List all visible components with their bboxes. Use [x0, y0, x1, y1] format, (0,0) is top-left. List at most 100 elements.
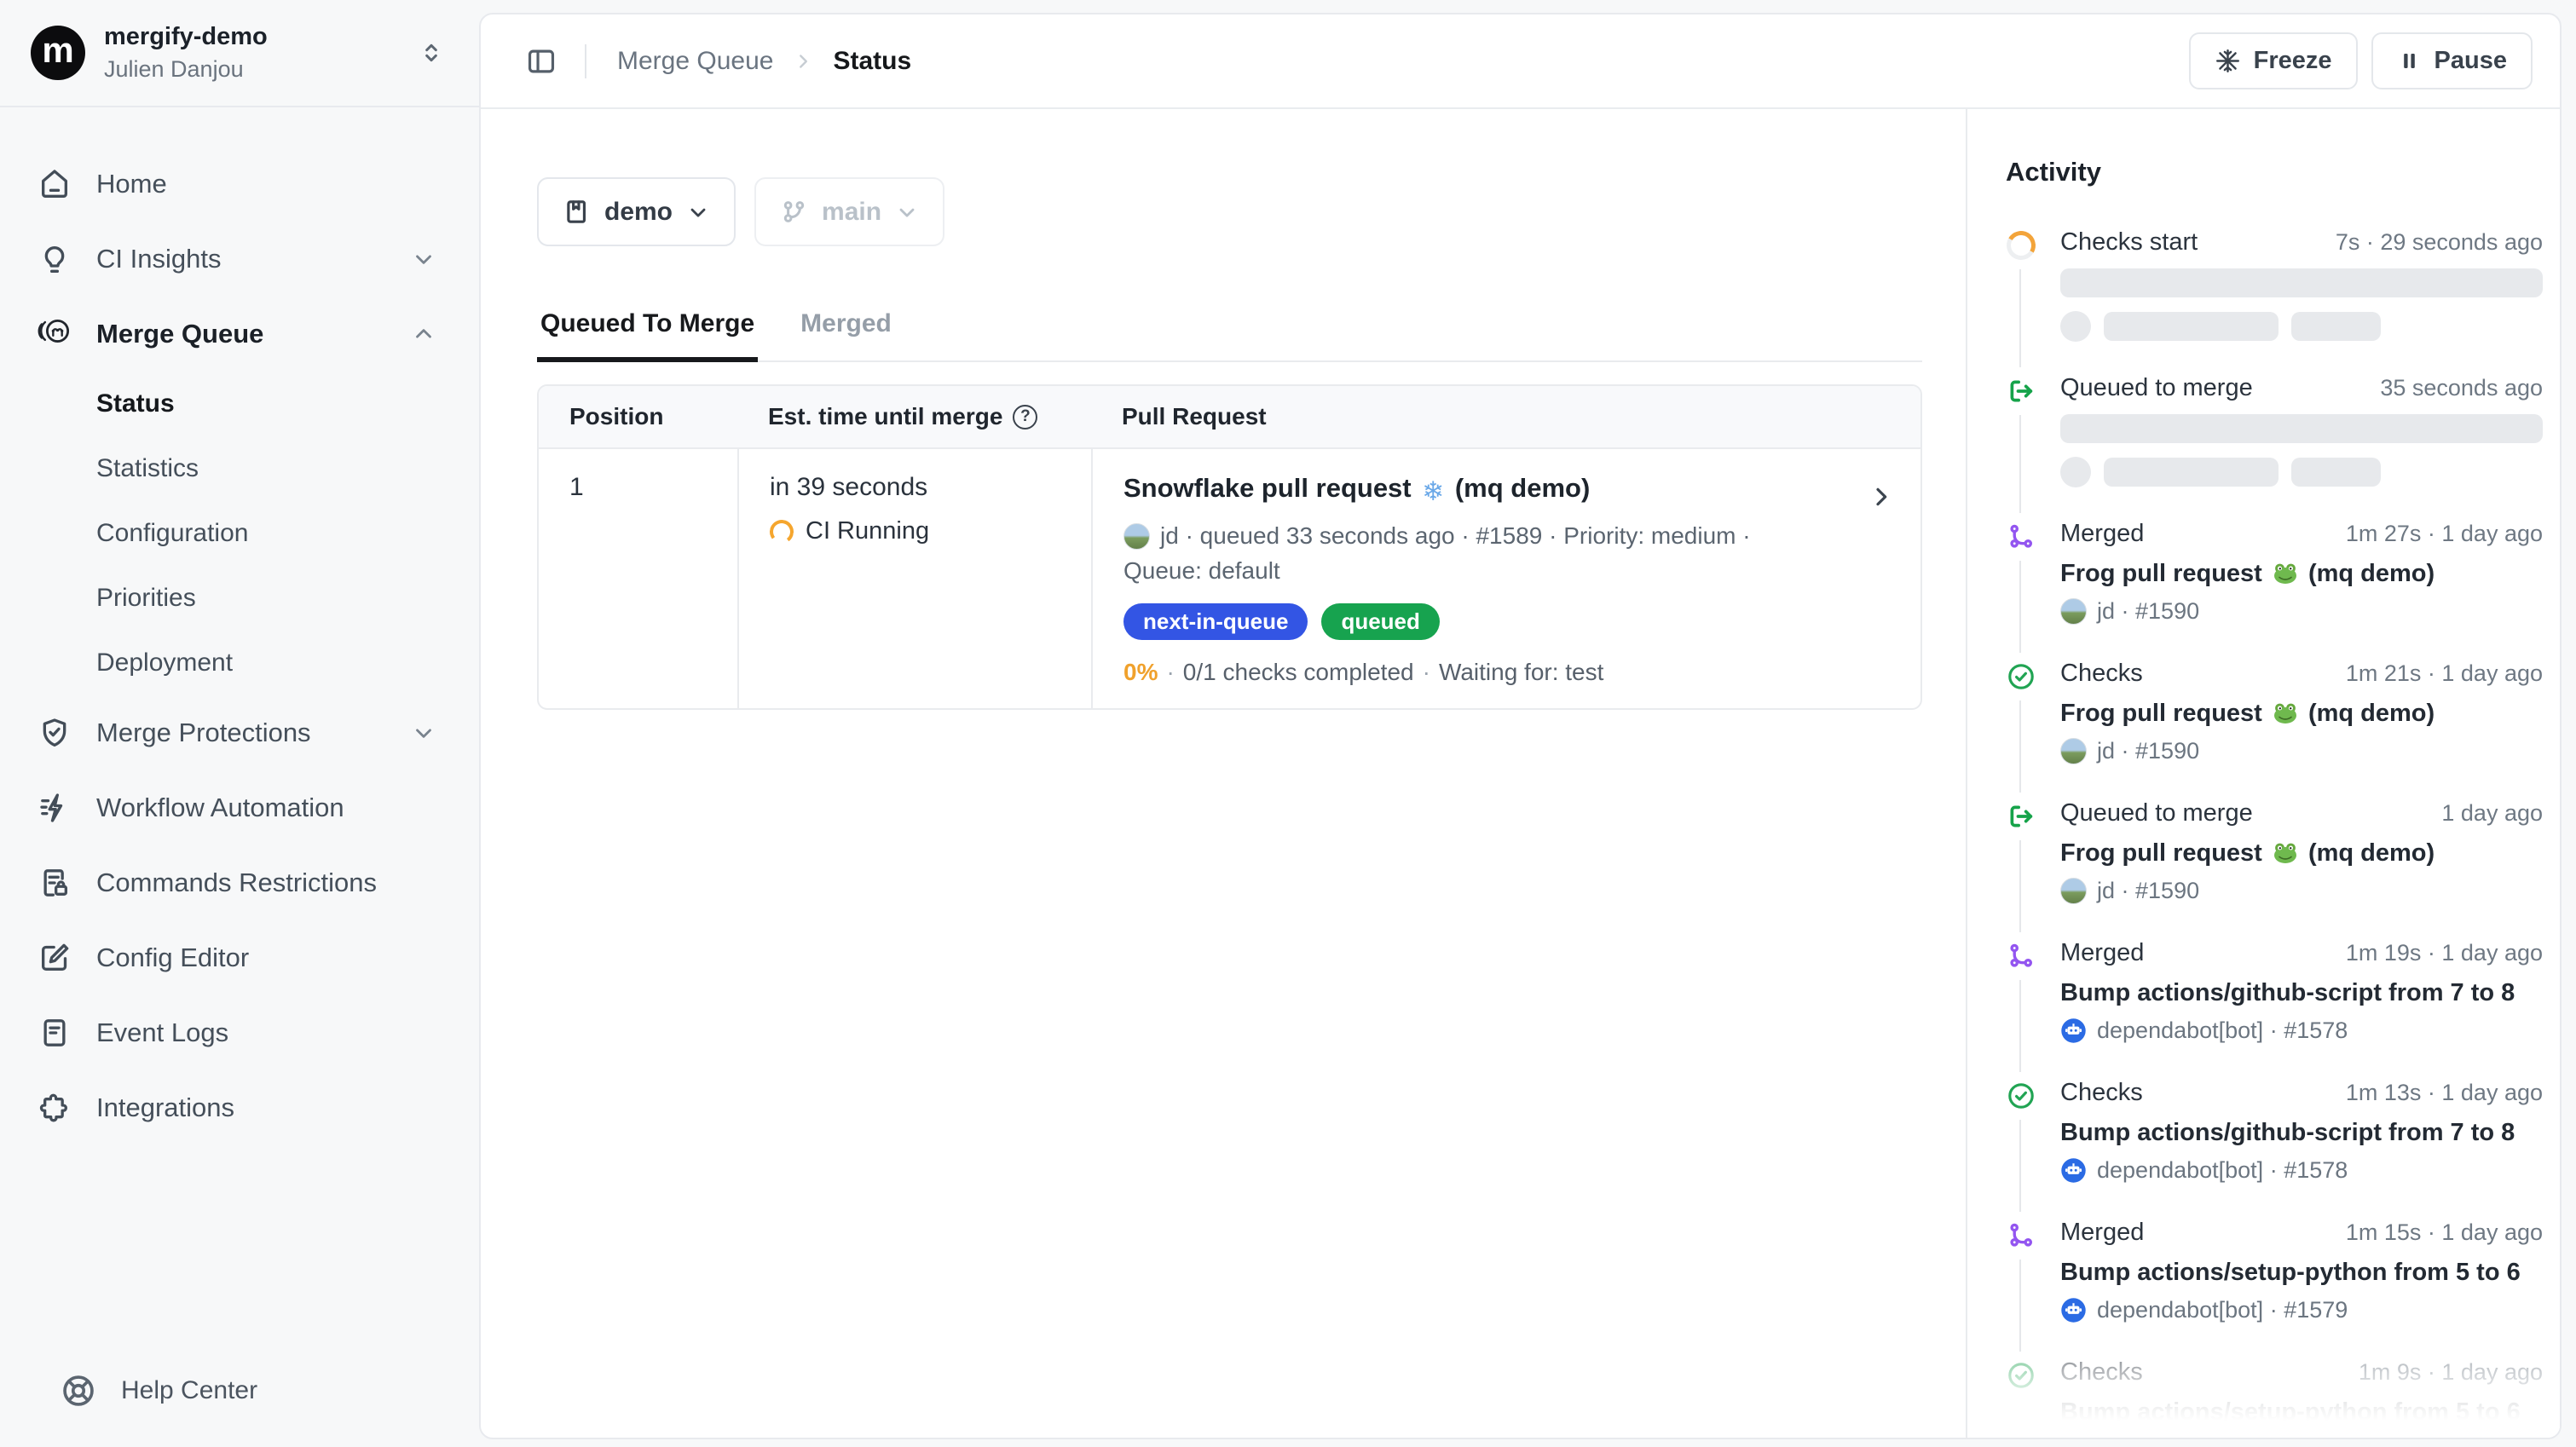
badge-queued: queued [1321, 603, 1439, 640]
queue-table-header: Position Est. time until merge ? Pull Re… [539, 386, 1920, 449]
org-name: mergify-demo [104, 23, 418, 51]
loading-skeleton [2060, 268, 2543, 342]
sidebar-item-integrations[interactable]: Integrations [0, 1070, 479, 1145]
ci-running-spinner-icon [768, 518, 795, 545]
activity-author-label: dependabot[bot] · #1578 [2097, 1157, 2348, 1184]
activity-item[interactable]: Checks start 7s · 29 seconds ago [2006, 228, 2543, 342]
shield-check-icon [38, 716, 72, 750]
breadcrumb-status: Status [833, 47, 911, 76]
pr-badges: next-in-queue queued [1123, 603, 1835, 640]
activity-item[interactable]: Checks 1m 21s · 1 day ago Frog pull requ… [2006, 660, 2543, 767]
chevron-down-icon [686, 200, 710, 224]
activity-timestamp: 1m 19s · 1 day ago [2346, 940, 2543, 966]
sidebar-subitem-status[interactable]: Status [0, 372, 479, 436]
activity-author-label: dependabot[bot] · #1578 [2097, 1018, 2348, 1044]
column-est-time: Est. time until merge ? [737, 403, 1091, 430]
activity-author-row: jd · #1590 [2060, 738, 2543, 764]
activity-timestamp: 1m 27s · 1 day ago [2346, 521, 2543, 547]
tab-queued-to-merge[interactable]: Queued To Merge [537, 309, 758, 362]
activity-author-label: dependabot[bot] · #1579 [2097, 1437, 2348, 1438]
dependabot-avatar-icon [2060, 1437, 2087, 1438]
activity-label: Checks [2060, 660, 2143, 688]
activity-pr-title: Bump actions/github-script from 7 to 8 [2060, 1119, 2543, 1147]
sidebar-subitem-priorities[interactable]: Priorities [0, 566, 479, 631]
help-center-link[interactable]: Help Center [0, 1360, 479, 1421]
pr-checks-summary: 0%·0/1 checks completed·Waiting for: tes… [1123, 659, 1835, 686]
activity-pr-title: Frog pull request (mq demo) [2060, 560, 2543, 588]
breadcrumb: Merge Queue Status [617, 47, 911, 76]
header-divider [585, 44, 586, 78]
sidebar-toggle-icon[interactable] [525, 45, 557, 78]
activity-item[interactable]: Checks 1m 13s · 1 day ago Bump actions/g… [2006, 1079, 2543, 1186]
activity-item[interactable]: Queued to merge 35 seconds ago [2006, 374, 2543, 487]
activity-timestamp: 1m 13s · 1 day ago [2346, 1080, 2543, 1106]
sidebar-item-merge-protections[interactable]: Merge Protections [0, 695, 479, 770]
puzzle-icon [38, 1091, 72, 1125]
branch-select[interactable]: main [754, 177, 944, 246]
pr-meta: jd · queued 33 seconds ago · #1589 · Pri… [1123, 519, 1835, 588]
activity-author-label: jd · #1590 [2097, 598, 2199, 625]
activity-author-row: jd · #1590 [2060, 598, 2543, 625]
help-circle-icon[interactable]: ? [1013, 405, 1037, 429]
merge-queue-subnav: Status Statistics Configuration Prioriti… [0, 372, 479, 695]
merged-icon [2006, 1220, 2036, 1251]
sidebar-subitem-configuration[interactable]: Configuration [0, 501, 479, 566]
lightbulb-icon [38, 242, 72, 276]
freeze-button[interactable]: Freeze [2189, 32, 2358, 89]
sidebar-item-ci-insights[interactable]: CI Insights [0, 222, 479, 297]
activity-item[interactable]: Checks 1m 9s · 1 day ago Bump actions/se… [2006, 1358, 2543, 1438]
queue-tabs: Queued To Merge Merged [537, 309, 1922, 362]
activity-author-label: jd · #1590 [2097, 738, 2199, 764]
jd-avatar-icon [2060, 738, 2087, 764]
chevrons-up-down-icon [418, 39, 445, 66]
sidebar-subitem-deployment[interactable]: Deployment [0, 631, 479, 695]
activity-pr-title: Frog pull request (mq demo) [2060, 700, 2543, 728]
activity-timestamp: 35 seconds ago [2380, 375, 2543, 401]
pause-button[interactable]: Pause [2371, 32, 2533, 89]
activity-author-row: dependabot[bot] · #1579 [2060, 1437, 2543, 1438]
dependabot-avatar-icon [2060, 1018, 2087, 1044]
badge-next-in-queue: next-in-queue [1123, 603, 1308, 640]
main-card: Merge Queue Status Freeze Pause [479, 13, 2562, 1439]
activity-item[interactable]: Merged 1m 19s · 1 day ago Bump actions/g… [2006, 939, 2543, 1046]
activity-label: Checks [2060, 1079, 2143, 1107]
activity-timestamp: 1 day ago [2441, 800, 2543, 827]
repository-book-icon [563, 198, 591, 226]
help-center-label: Help Center [121, 1376, 257, 1405]
breadcrumb-merge-queue[interactable]: Merge Queue [617, 47, 773, 76]
column-pull-request: Pull Request [1091, 403, 1920, 430]
file-text-icon [38, 1016, 72, 1050]
org-switcher[interactable]: m mergify-demo Julien Danjou [0, 0, 479, 107]
chevron-right-icon[interactable] [1868, 483, 1895, 510]
activity-item[interactable]: Merged 1m 27s · 1 day ago Frog pull requ… [2006, 520, 2543, 627]
sidebar-item-event-logs[interactable]: Event Logs [0, 995, 479, 1070]
tab-merged[interactable]: Merged [797, 309, 895, 362]
merge-queue-logo-icon [38, 317, 72, 351]
queue-row[interactable]: 1 in 39 seconds CI Running Snowflake pul… [539, 449, 1920, 708]
sidebar-item-commands-restrictions[interactable]: Commands Restrictions [0, 845, 479, 920]
file-lock-icon [38, 866, 72, 900]
queued-icon [2006, 376, 2036, 406]
sidebar-item-home[interactable]: Home [0, 147, 479, 222]
activity-item[interactable]: Queued to merge 1 day ago Frog pull requ… [2006, 799, 2543, 907]
sidebar-nav: Home CI Insights [0, 107, 479, 1145]
chevron-down-icon [411, 720, 436, 746]
sidebar-item-workflow-automation[interactable]: Workflow Automation [0, 770, 479, 845]
checks-icon [2006, 1360, 2036, 1391]
sidebar-item-config-editor[interactable]: Config Editor [0, 920, 479, 995]
activity-pr-title: Bump actions/github-script from 7 to 8 [2060, 979, 2543, 1007]
edit-square-icon [38, 941, 72, 975]
activity-item[interactable]: Merged 1m 15s · 1 day ago Bump actions/s… [2006, 1219, 2543, 1326]
sidebar-item-merge-queue[interactable]: Merge Queue [0, 297, 479, 372]
breadcrumb-chevron-icon [792, 50, 814, 72]
activity-author-label: dependabot[bot] · #1579 [2097, 1297, 2348, 1323]
activity-label: Checks [2060, 1358, 2143, 1386]
sidebar-subitem-statistics[interactable]: Statistics [0, 436, 479, 501]
spinner-icon [2006, 230, 2036, 261]
home-icon [38, 167, 72, 201]
activity-author-row: jd · #1590 [2060, 878, 2543, 904]
dependabot-avatar-icon [2060, 1157, 2087, 1184]
repository-select[interactable]: demo [537, 177, 736, 246]
chevron-down-icon [411, 246, 436, 272]
est-time-value: in 39 seconds [770, 473, 1060, 502]
